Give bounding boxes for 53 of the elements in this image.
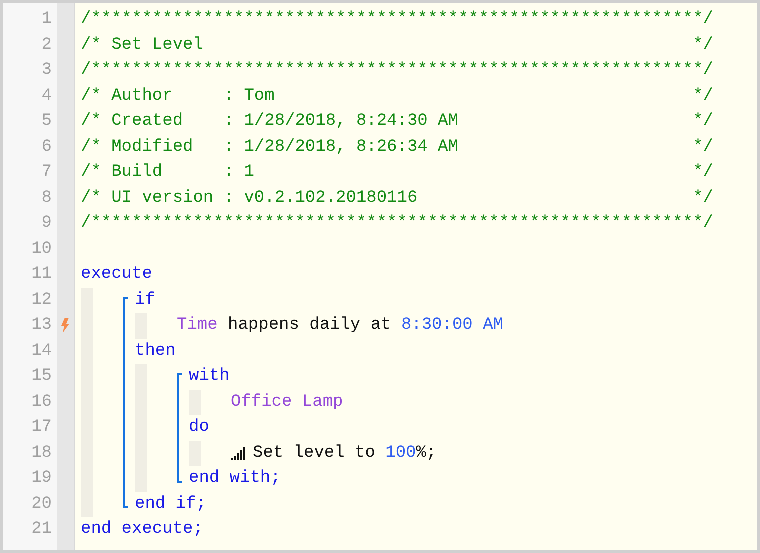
code-text: Set level to <box>253 442 376 464</box>
comment-text: /* UI version : v0.2.102.20180116 <box>81 188 418 210</box>
comment-text: /* Build : 1 <box>81 162 254 184</box>
code-keyword: end execute; <box>81 519 204 541</box>
lightning-icon <box>61 318 70 334</box>
code-keyword: execute <box>81 264 152 286</box>
line-number: 2 <box>40 34 53 56</box>
line-number: 12 <box>30 290 53 312</box>
line-number: 11 <box>30 264 53 286</box>
line-number: 6 <box>40 136 53 158</box>
comment-text: /* Created : 1/28/2018, 8:24:30 AM <box>81 111 458 133</box>
line-number: 3 <box>40 60 53 82</box>
line-number: 7 <box>40 162 53 184</box>
signal-bars-icon <box>231 446 246 460</box>
line-number: 9 <box>40 213 53 235</box>
code-text: happens daily at <box>227 315 392 337</box>
code-value: 100 <box>386 442 416 464</box>
comment-close: */ <box>693 162 714 184</box>
comment-text: /* Modified : 1/28/2018, 8:26:34 AM <box>81 136 458 158</box>
line-number: 1 <box>40 9 53 31</box>
code-keyword: do <box>189 417 210 439</box>
device-name: Time <box>177 315 218 337</box>
comment-close: */ <box>693 34 714 56</box>
line-number: 5 <box>40 111 53 133</box>
comment-close: */ <box>693 86 714 108</box>
comment-close: */ <box>693 188 714 210</box>
line-number: 19 <box>30 468 53 490</box>
code-keyword: end with; <box>189 468 281 490</box>
line-number: 18 <box>30 442 53 464</box>
comment-text: /************************************************************/ <box>81 9 714 31</box>
code-keyword: if <box>135 290 156 312</box>
line-number: 4 <box>40 86 53 108</box>
line-number: 8 <box>40 188 53 210</box>
comment-text: /************************************************************/ <box>81 213 714 235</box>
comment-text: /************************************************************/ <box>81 60 714 82</box>
device-name: Office Lamp <box>231 392 344 414</box>
code-text: %; <box>416 442 437 464</box>
comment-close: */ <box>693 111 714 133</box>
line-number: 15 <box>30 366 53 388</box>
code-keyword: then <box>135 340 176 362</box>
line-number: 21 <box>30 519 53 541</box>
line-number: 14 <box>30 340 53 362</box>
line-number: 16 <box>30 392 53 414</box>
code-keyword: end if; <box>135 494 206 516</box>
code-keyword: with <box>189 366 230 388</box>
code-value: 8:30:00 AM <box>401 315 504 337</box>
line-number: 10 <box>30 238 53 260</box>
comment-text: /* Author : Tom <box>81 86 275 108</box>
line-number: 20 <box>30 494 53 516</box>
comment-text: /* Set Level <box>81 34 204 56</box>
line-number: 17 <box>30 417 53 439</box>
line-number: 13 <box>30 315 53 337</box>
comment-close: */ <box>693 136 714 158</box>
